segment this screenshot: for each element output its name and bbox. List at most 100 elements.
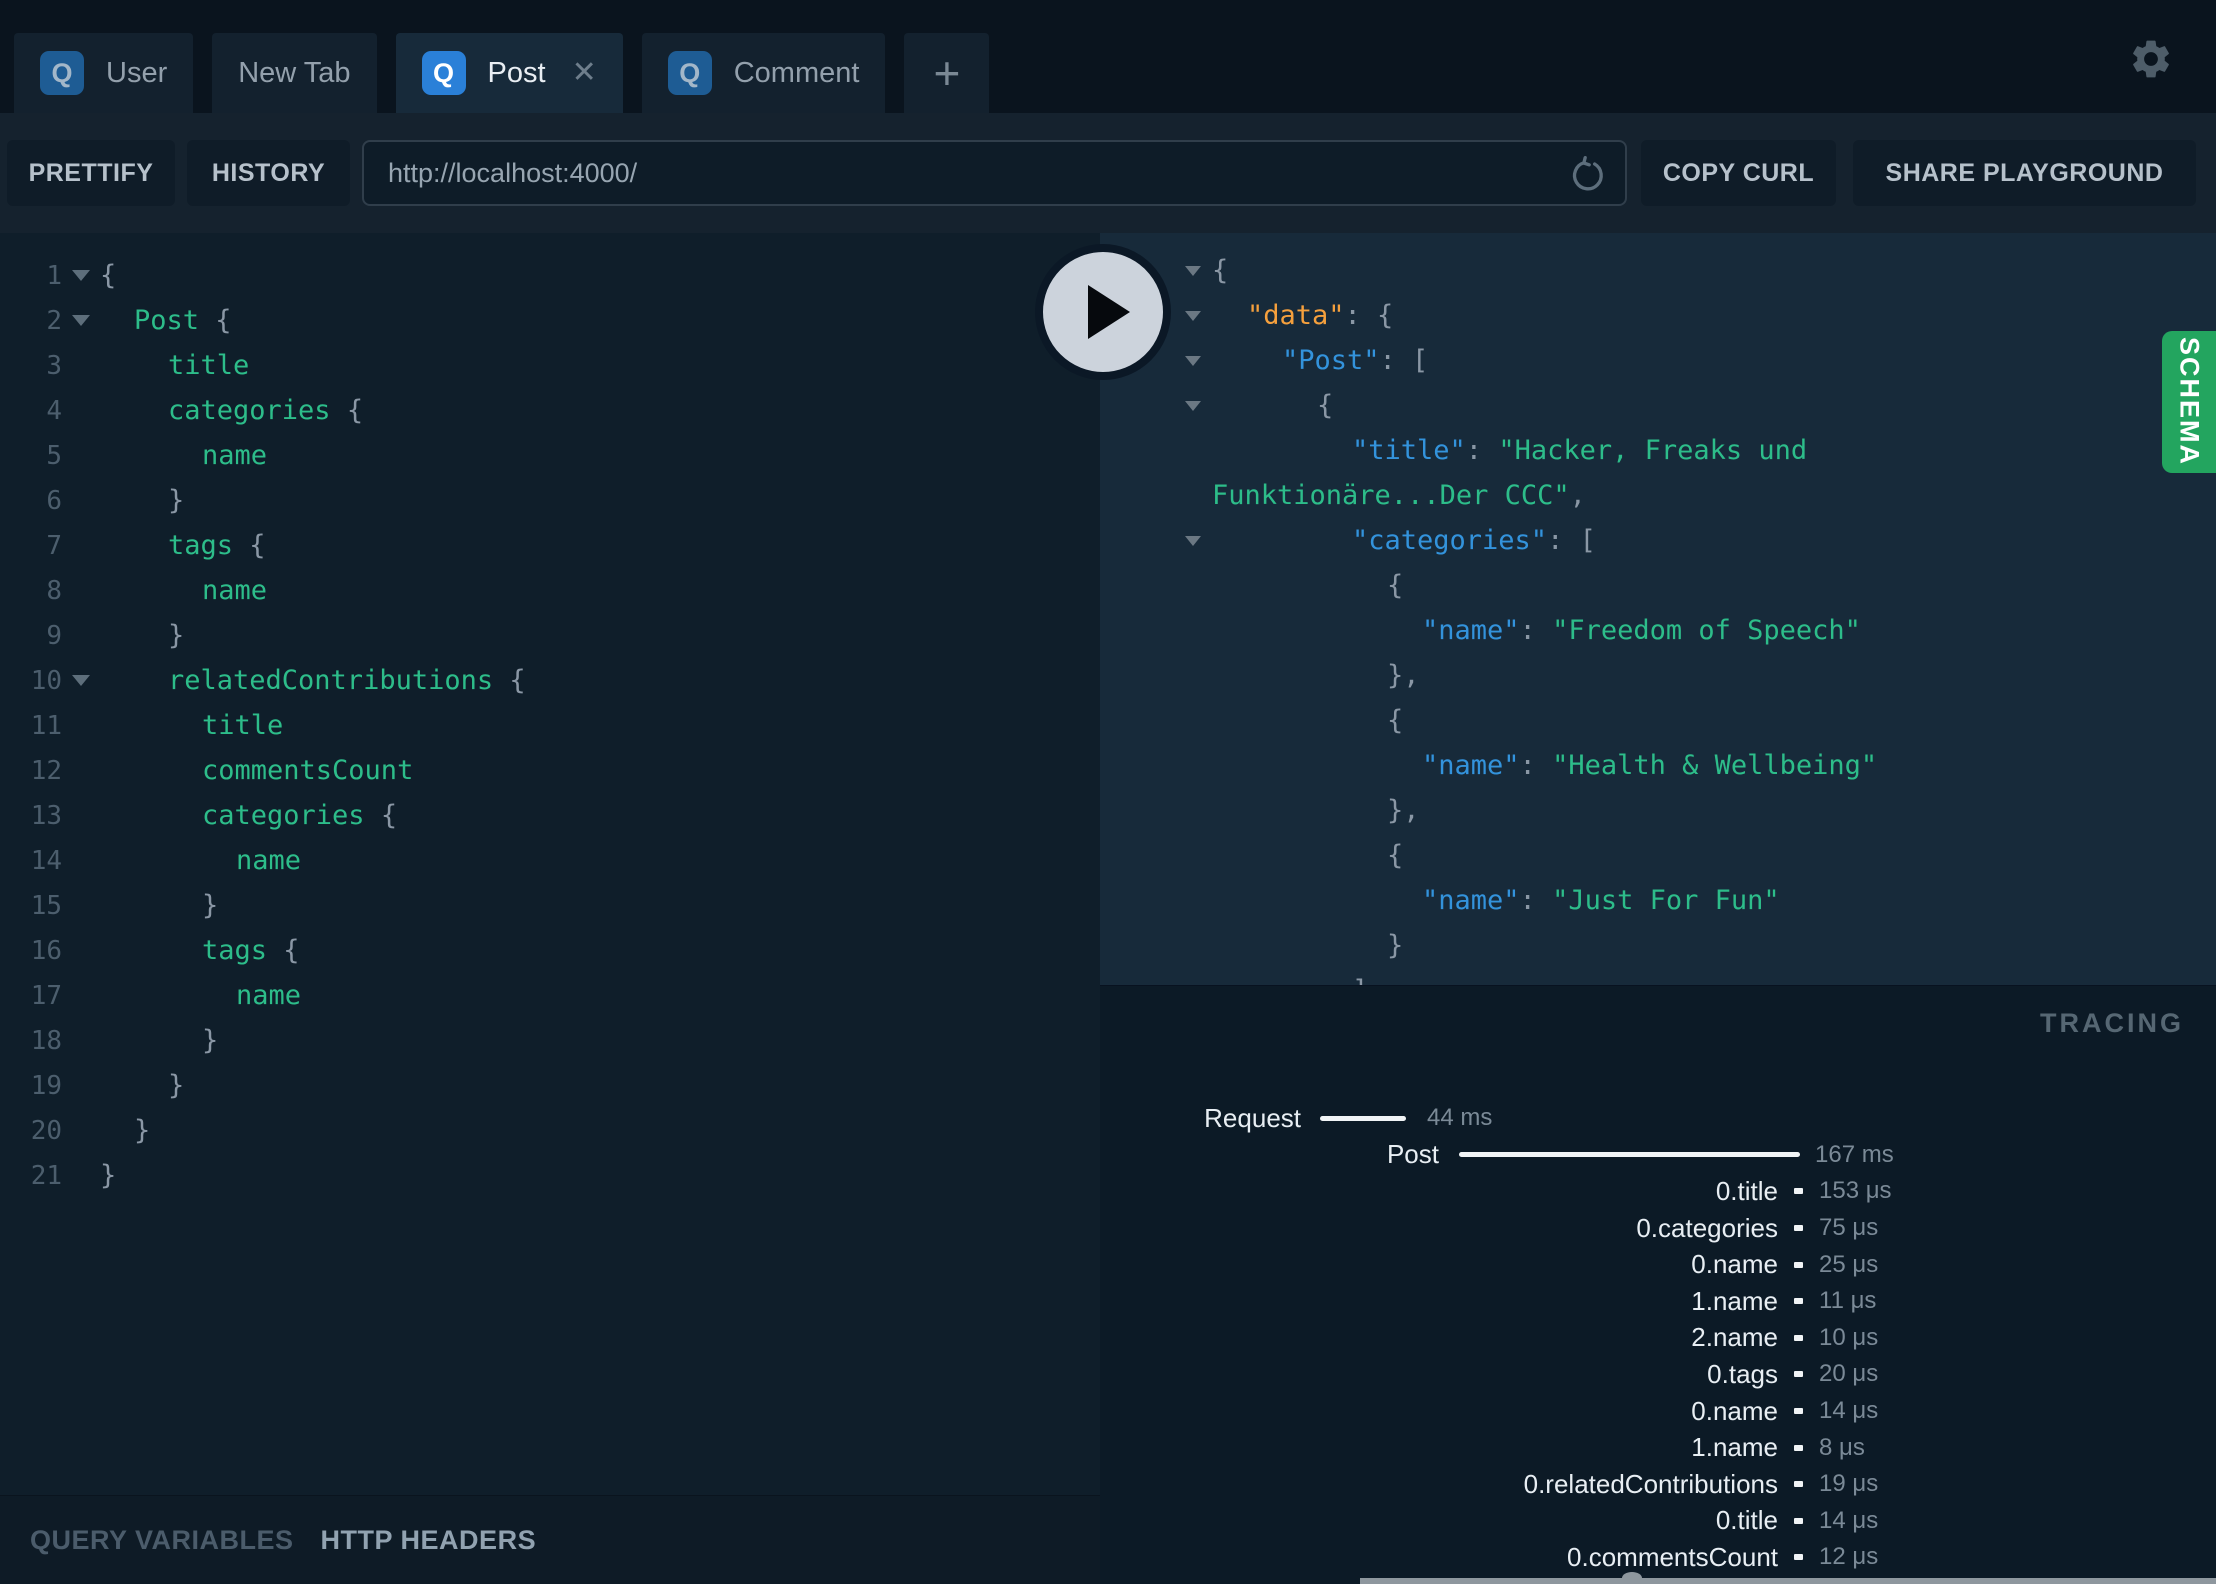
line-number: 5 <box>46 440 62 471</box>
trace-label: 1.name <box>1691 1285 1778 1316</box>
line-number: 11 <box>30 710 62 741</box>
share-playground-button[interactable]: SHARE PLAYGROUND <box>1853 140 2196 206</box>
code-token: : [ <box>1547 525 1596 556</box>
schema-sidebar-tab[interactable]: SCHEMA <box>2162 331 2216 473</box>
code-token: } <box>168 1070 185 1101</box>
trace-label: 0.commentsCount <box>1567 1541 1778 1572</box>
trace-duration: 10 μs <box>1819 1323 1879 1351</box>
response-code: "categories": [ <box>1100 525 1596 556</box>
history-button[interactable]: HISTORY <box>187 140 350 206</box>
tab-label: Comment <box>733 56 860 89</box>
code-token: "title" <box>1352 435 1466 466</box>
trace-label: Request <box>1204 1102 1301 1133</box>
code-token: "name" <box>1422 615 1520 646</box>
tab-close-icon[interactable]: ✕ <box>572 58 597 88</box>
settings-gear-icon[interactable] <box>2128 36 2174 82</box>
trace-dot <box>1794 1554 1803 1561</box>
response-line: { <box>1100 383 2216 428</box>
trace-dot <box>1794 1225 1803 1232</box>
horizontal-scrollbar[interactable] <box>1360 1572 2216 1584</box>
response-line: "data": { <box>1100 293 2216 338</box>
code-token: { <box>267 935 300 966</box>
query-code: } <box>100 1160 116 1191</box>
new-tab-button[interactable]: + <box>904 33 990 113</box>
query-line: 18} <box>0 1018 1100 1063</box>
tab-post[interactable]: Q Post ✕ <box>395 33 623 113</box>
response-code: { <box>1100 840 1403 871</box>
fold-arrow-icon[interactable] <box>72 675 90 686</box>
query-line: 8 name <box>0 568 1100 613</box>
fold-arrow-icon[interactable] <box>1185 265 1201 276</box>
response-line: "name": "Freedom of Speech" <box>1100 608 2216 653</box>
fold-arrow-icon[interactable] <box>1185 310 1201 321</box>
code-token: } <box>100 1160 117 1191</box>
execute-query-button[interactable] <box>1035 244 1171 380</box>
code-token: : <box>1519 750 1553 781</box>
endpoint-url-field <box>362 140 1627 206</box>
query-line: 6} <box>0 478 1100 523</box>
tab-user[interactable]: Q User <box>14 33 194 113</box>
tab-new-tab[interactable]: New Tab <box>212 33 377 113</box>
query-code: Post { <box>100 305 232 336</box>
response-code: "name": "Just For Fun" <box>1100 885 1780 916</box>
response-line: "categories": [ <box>1100 518 2216 563</box>
line-number: 13 <box>30 800 62 831</box>
response-code: "name": "Freedom of Speech" <box>1100 615 1861 646</box>
trace-duration: 20 μs <box>1819 1360 1879 1388</box>
query-code: name <box>100 980 301 1011</box>
fold-arrow-icon[interactable] <box>72 315 90 326</box>
reload-icon[interactable] <box>1567 155 1607 195</box>
query-code: relatedContributions { <box>100 665 526 696</box>
main-panes: 1{2 Post {3 title 4 categories {5 name 6} 7 tags… <box>0 233 2216 1584</box>
trace-label: 2.name <box>1691 1322 1778 1353</box>
fold-gutter <box>62 270 100 281</box>
code-token: { <box>1387 840 1404 871</box>
query-code: } <box>100 1025 218 1056</box>
endpoint-url-input[interactable] <box>364 157 1524 189</box>
code-token: }, <box>1387 660 1420 691</box>
http-headers-tab[interactable]: HTTP HEADERS <box>321 1525 537 1556</box>
trace-dot <box>1794 1261 1803 1268</box>
query-line: 15} <box>0 883 1100 928</box>
line-number: 7 <box>46 530 62 561</box>
response-code: { <box>1100 705 1403 736</box>
trace-label: Post <box>1386 1139 1439 1170</box>
response-code: Funktionäre...Der CCC", <box>1100 480 1586 511</box>
code-token: relatedContributions <box>168 665 494 696</box>
prettify-button[interactable]: PRETTIFY <box>7 140 175 206</box>
trace-duration: 167 ms <box>1815 1140 1894 1168</box>
query-code: title <box>100 710 283 741</box>
line-number: 3 <box>46 350 62 381</box>
trace-row: Post 167 ms <box>1100 1137 2216 1174</box>
fold-arrow-icon[interactable] <box>72 270 90 281</box>
query-line: 10 relatedContributions { <box>0 658 1100 703</box>
code-token: "Post" <box>1282 345 1380 376</box>
response-line: } <box>1100 923 2216 968</box>
query-code: } <box>100 1070 184 1101</box>
fold-arrow-icon[interactable] <box>1185 400 1201 411</box>
trace-row: 0.name 14 μs <box>1100 1393 2216 1430</box>
trace-label: 1.name <box>1691 1432 1778 1463</box>
query-line: 1{ <box>0 253 1100 298</box>
tracing-rows: Request 44 ms Post 167 ms 0.title 153 μs 0.cat… <box>1100 1100 2216 1576</box>
copy-curl-button[interactable]: COPY CURL <box>1641 140 1836 206</box>
trace-label: 0.title <box>1715 1505 1778 1536</box>
trace-row: 2.name 10 μs <box>1100 1320 2216 1357</box>
query-line: 9} <box>0 613 1100 658</box>
tab-comment[interactable]: Q Comment <box>641 33 886 113</box>
query-line: 17 name <box>0 973 1100 1018</box>
trace-row: 0.title 153 μs <box>1100 1173 2216 1210</box>
line-number: 9 <box>46 620 62 651</box>
line-number: 14 <box>30 845 62 876</box>
fold-arrow-icon[interactable] <box>1185 355 1201 366</box>
query-line: 4 categories { <box>0 388 1100 433</box>
trace-row: 0.title 14 μs <box>1100 1503 2216 1540</box>
code-token: name <box>236 980 302 1011</box>
query-editor-pane: 1{2 Post {3 title 4 categories {5 name 6} 7 tags… <box>0 233 1100 1584</box>
fold-arrow-icon[interactable] <box>1185 535 1201 546</box>
trace-duration: 25 μs <box>1819 1250 1879 1278</box>
query-editor[interactable]: 1{2 Post {3 title 4 categories {5 name 6} 7 tags… <box>0 233 1100 1495</box>
query-code: title <box>100 350 249 381</box>
trace-dot <box>1794 1188 1803 1195</box>
query-variables-tab[interactable]: QUERY VARIABLES <box>30 1525 294 1556</box>
